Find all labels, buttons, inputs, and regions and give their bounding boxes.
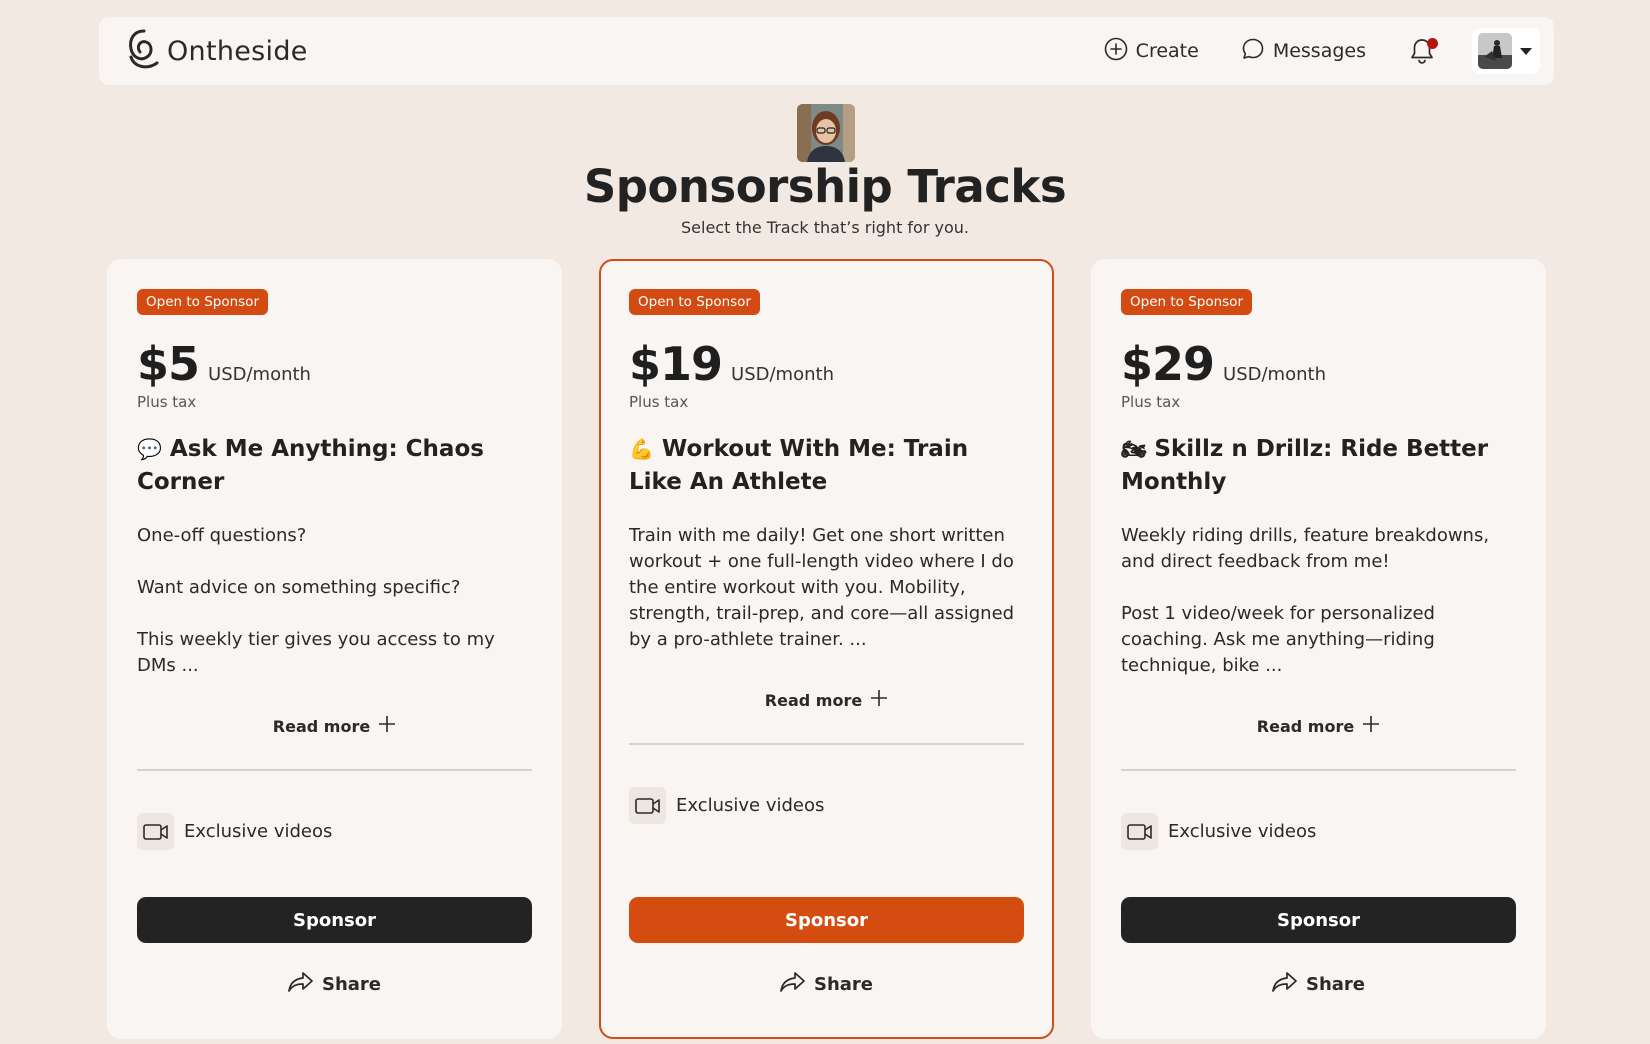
feature-label: Exclusive videos bbox=[1168, 821, 1317, 842]
create-label: Create bbox=[1135, 40, 1199, 62]
sponsor-button[interactable]: Sponsor bbox=[1121, 897, 1516, 943]
chevron-down-icon bbox=[1520, 47, 1532, 55]
notifications-button[interactable] bbox=[1408, 36, 1438, 66]
brand-name: Ontheside bbox=[167, 35, 308, 67]
description-paragraph: This weekly tier gives you access to my … bbox=[137, 629, 495, 676]
tax-note: Plus tax bbox=[137, 393, 197, 411]
read-more-label: Read more bbox=[764, 690, 863, 710]
video-camera-icon bbox=[1121, 813, 1158, 850]
share-label: Share bbox=[1305, 974, 1365, 995]
track-price: $5 bbox=[137, 337, 200, 391]
track-card-workout: Open to Sponsor $19 USD/month Plus tax 💪… bbox=[599, 259, 1054, 1039]
card-divider bbox=[1121, 769, 1516, 771]
track-title-text: Workout With Me: Train Like An Athlete bbox=[629, 436, 969, 495]
plus-circle-icon bbox=[1104, 37, 1128, 66]
track-period: USD/month bbox=[731, 364, 834, 385]
flexed-biceps-icon: 💪 bbox=[629, 437, 654, 461]
feature-item: Exclusive videos bbox=[629, 787, 1024, 824]
tax-note: Plus tax bbox=[1121, 393, 1181, 411]
sponsorship-page: Ontheside Create Messages Sponsorship Tr… bbox=[0, 0, 1650, 1044]
feature-label: Exclusive videos bbox=[676, 795, 825, 816]
description-paragraph: Post 1 video/week for personalized coach… bbox=[1121, 603, 1435, 676]
track-title-text: Skillz n Drillz: Ride Better Monthly bbox=[1121, 436, 1489, 495]
track-card-skillz: Open to Sponsor $29 USD/month Plus tax 🏍… bbox=[1091, 259, 1546, 1039]
profile-menu[interactable] bbox=[1472, 28, 1540, 74]
status-badge: Open to Sponsor bbox=[137, 289, 268, 315]
sponsor-button[interactable]: Sponsor bbox=[629, 897, 1024, 943]
description-paragraph: Want advice on something specific? bbox=[137, 577, 461, 598]
feature-item: Exclusive videos bbox=[1121, 813, 1516, 850]
top-nav: Ontheside Create Messages bbox=[99, 17, 1554, 85]
card-divider bbox=[137, 769, 532, 771]
track-card-ama: Open to Sponsor $5 USD/month Plus tax 💬 … bbox=[107, 259, 562, 1039]
card-divider bbox=[629, 743, 1024, 745]
creator-avatar bbox=[797, 104, 855, 162]
plus-icon bbox=[1362, 715, 1380, 737]
plus-icon bbox=[870, 689, 888, 711]
track-title: 💬 Ask Me Anything: Chaos Corner bbox=[137, 433, 532, 499]
bell-icon bbox=[1408, 39, 1436, 70]
track-description: Train with me daily! Get one short writt… bbox=[629, 523, 1024, 653]
track-title: 💪 Workout With Me: Train Like An Athlete bbox=[629, 433, 1024, 499]
video-camera-icon bbox=[137, 813, 174, 850]
notification-dot bbox=[1427, 38, 1438, 49]
share-button[interactable]: Share bbox=[107, 971, 562, 998]
page-subtitle: Select the Track that’s right for you. bbox=[681, 218, 969, 237]
tax-note: Plus tax bbox=[629, 393, 689, 411]
track-description: Weekly riding drills, feature breakdowns… bbox=[1121, 523, 1516, 679]
track-price: $29 bbox=[1121, 337, 1215, 391]
page-title: Sponsorship Tracks bbox=[583, 160, 1067, 213]
track-title: 🏍 Skillz n Drillz: Ride Better Monthly bbox=[1121, 433, 1516, 499]
messages-label: Messages bbox=[1272, 40, 1366, 62]
read-more-button[interactable]: Read more bbox=[137, 715, 532, 737]
track-title-text: Ask Me Anything: Chaos Corner bbox=[137, 436, 484, 495]
read-more-button[interactable]: Read more bbox=[629, 689, 1024, 711]
motorcycle-icon: 🏍 bbox=[1121, 437, 1147, 461]
share-button[interactable]: Share bbox=[601, 971, 1052, 998]
brand-logo[interactable]: Ontheside bbox=[125, 27, 308, 75]
feature-label: Exclusive videos bbox=[184, 821, 333, 842]
share-button[interactable]: Share bbox=[1091, 971, 1546, 998]
share-arrow-icon bbox=[780, 971, 806, 998]
feature-item: Exclusive videos bbox=[137, 813, 532, 850]
track-period: USD/month bbox=[208, 364, 311, 385]
share-label: Share bbox=[813, 974, 873, 995]
speech-bubble-icon: 💬 bbox=[137, 437, 162, 461]
read-more-label: Read more bbox=[1256, 716, 1355, 736]
share-label: Share bbox=[321, 974, 381, 995]
messages-button[interactable]: Messages bbox=[1241, 37, 1366, 66]
share-arrow-icon bbox=[288, 971, 314, 998]
track-description: One-off questions? Want advice on someth… bbox=[137, 523, 532, 679]
plus-icon bbox=[378, 715, 396, 737]
create-button[interactable]: Create bbox=[1104, 37, 1199, 66]
status-badge: Open to Sponsor bbox=[1121, 289, 1252, 315]
track-period: USD/month bbox=[1223, 364, 1326, 385]
sponsor-button[interactable]: Sponsor bbox=[137, 897, 532, 943]
description-paragraph: Weekly riding drills, feature breakdowns… bbox=[1121, 525, 1490, 572]
logo-icon bbox=[125, 27, 163, 75]
description-paragraph: Train with me daily! Get one short writt… bbox=[629, 525, 1015, 650]
status-badge: Open to Sponsor bbox=[629, 289, 760, 315]
description-paragraph: One-off questions? bbox=[137, 525, 307, 546]
avatar bbox=[1478, 33, 1512, 69]
chat-bubble-icon bbox=[1241, 37, 1265, 66]
track-price: $19 bbox=[629, 337, 723, 391]
read-more-label: Read more bbox=[272, 716, 371, 736]
read-more-button[interactable]: Read more bbox=[1121, 715, 1516, 737]
video-camera-icon bbox=[629, 787, 666, 824]
share-arrow-icon bbox=[1272, 971, 1298, 998]
